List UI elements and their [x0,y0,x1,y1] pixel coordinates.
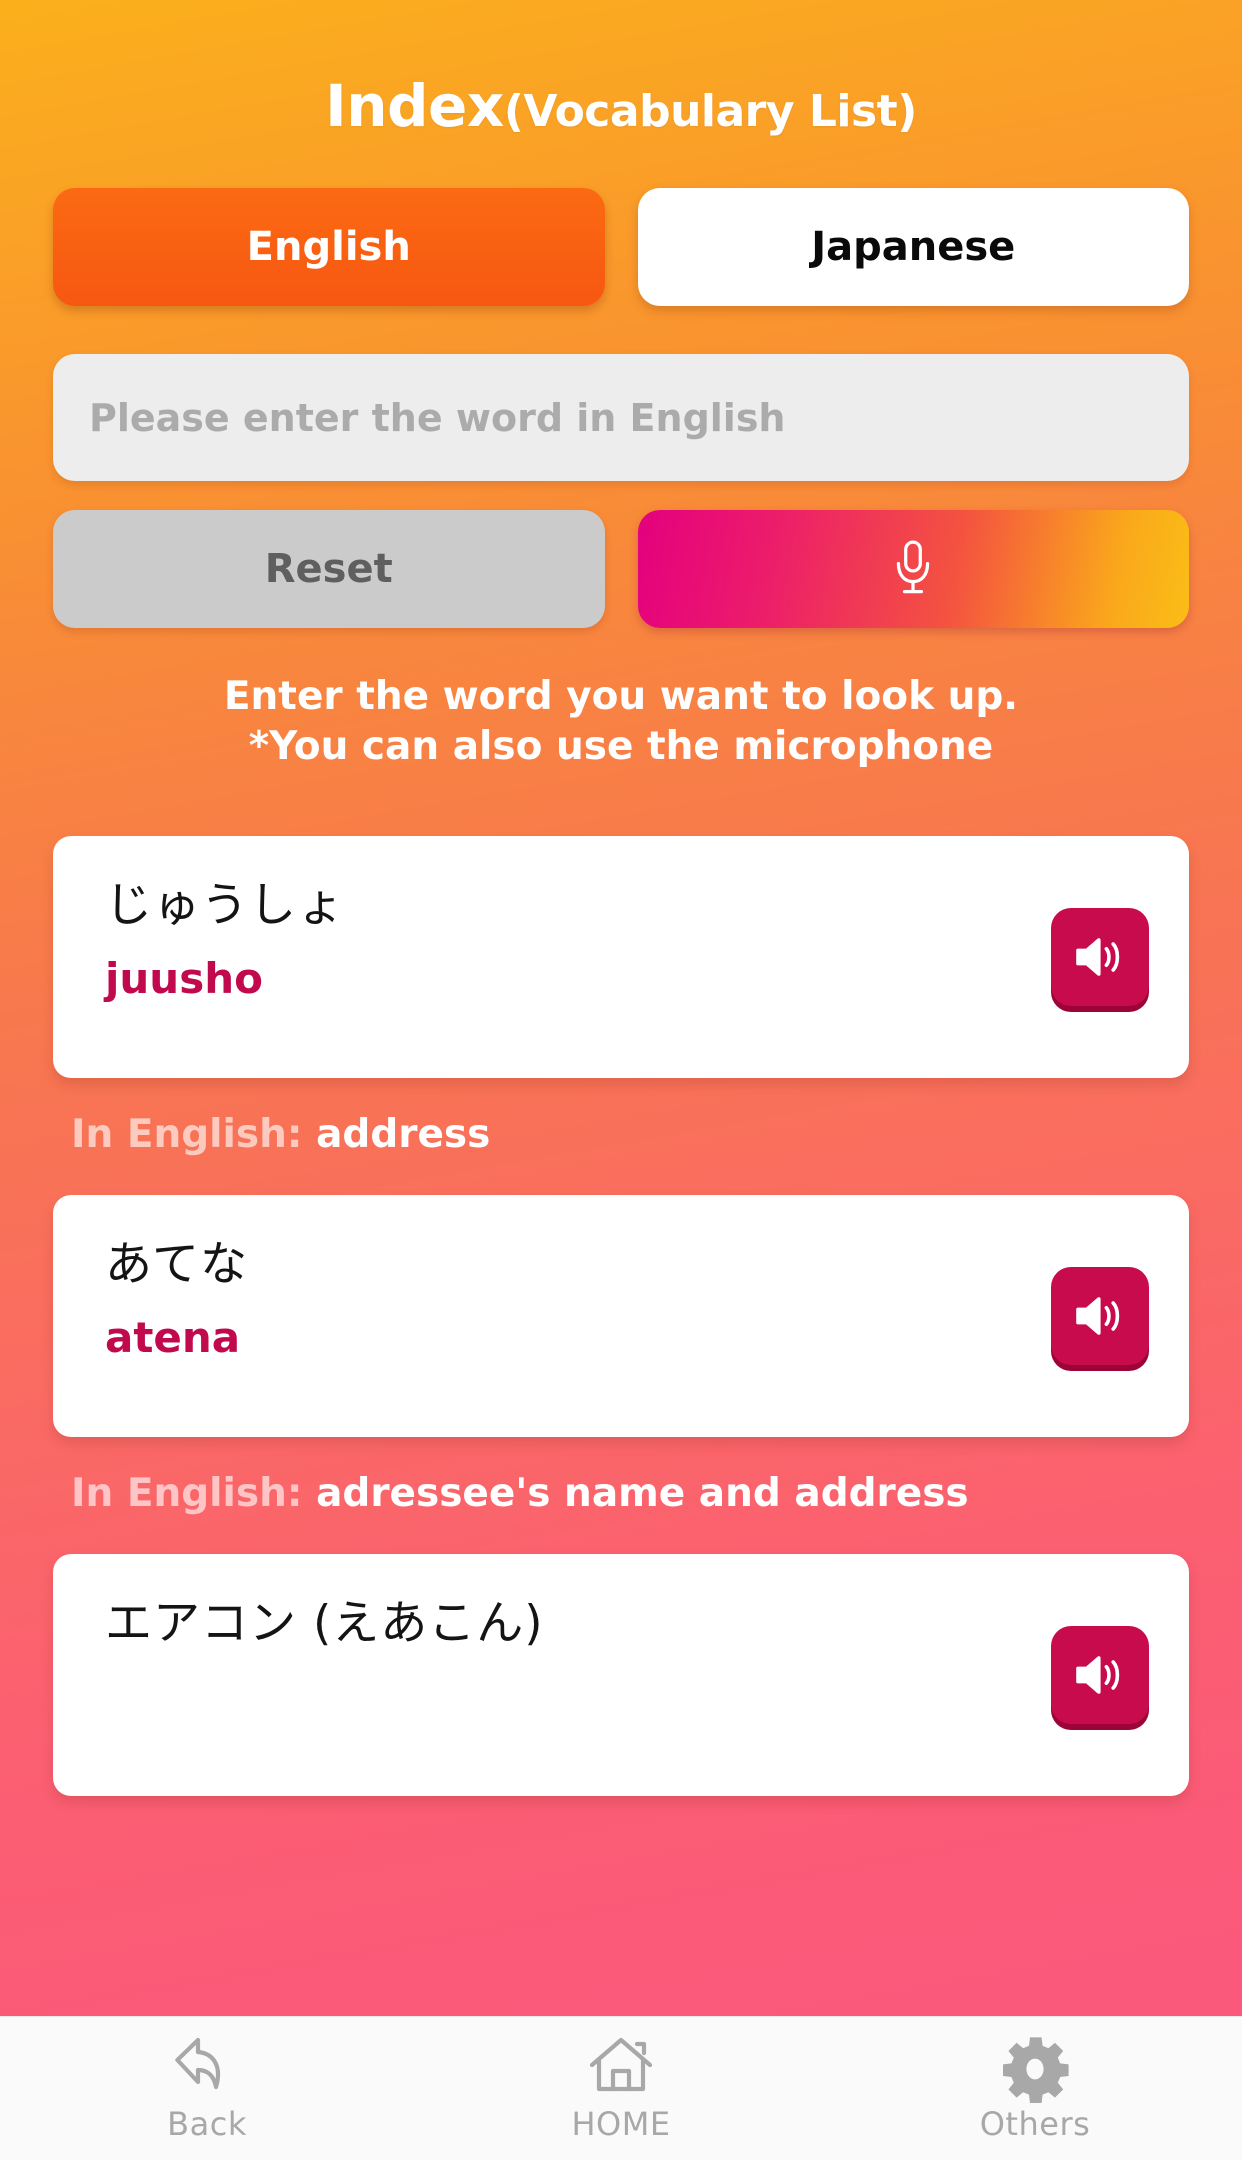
page-title: Index(Vocabulary List) [0,0,1242,140]
vocab-kana: エアコン (えあこん) [105,1595,544,1651]
search-input[interactable] [53,354,1189,481]
page-title-main: Index [325,72,504,140]
nav-item-home[interactable]: HOME [414,2017,828,2160]
vocab-romaji: juusho [105,953,263,1003]
reset-button[interactable]: Reset [53,510,605,628]
gear-icon [999,2035,1071,2103]
vocab-meaning-label: In English: [71,1470,303,1516]
language-tab-english[interactable]: English [53,188,605,306]
microphone-button[interactable] [637,510,1189,628]
speaker-icon [1074,934,1126,980]
language-tab-japanese[interactable]: Japanese [637,188,1189,306]
nav-label-others: Others [979,2104,1091,2143]
instructions-line-1: Enter the word you want to look up. [223,674,1019,719]
speaker-icon [1074,1652,1126,1698]
vocab-kana: じゅうしょ [105,877,345,933]
vocab-card[interactable]: エアコン (えあこん) [53,1553,1189,1796]
vocab-card[interactable]: あてな atena [53,1194,1189,1437]
speaker-button[interactable] [1051,1266,1149,1365]
nav-item-others[interactable]: Others [828,2017,1242,2160]
vocab-meaning: In English: adressee's name and address [71,1471,1189,1516]
nav-item-back[interactable]: Back [0,2017,414,2160]
vocab-card[interactable]: じゅうしょ juusho [53,835,1189,1078]
search-field-container [0,354,1242,481]
nav-label-back: Back [167,2104,247,2143]
home-icon [585,2035,657,2103]
instructions-text: Enter the word you want to look up. *You… [0,672,1242,772]
speaker-button[interactable] [1051,1625,1149,1724]
speaker-icon [1074,1293,1126,1339]
vocab-romaji: atena [105,1312,241,1362]
vocab-meaning-value: adressee's name and address [316,1470,969,1516]
page-title-sub: (Vocabulary List) [503,86,918,137]
speaker-button[interactable] [1051,907,1149,1006]
action-button-row: Reset [0,510,1242,628]
vocab-meaning-value: address [316,1111,491,1157]
vocab-meaning: In English: address [71,1112,1189,1157]
back-arrow-icon [171,2035,243,2103]
vocab-meaning-label: In English: [71,1111,303,1157]
microphone-icon [890,538,936,600]
instructions-line-2: *You can also use the microphone [248,723,994,769]
bottom-navigation-bar: Back HOME Others [0,2016,1242,2160]
vocabulary-list: じゅうしょ juusho In English: address あてな ate… [0,835,1242,1796]
vocab-kana: あてな [105,1236,249,1292]
nav-label-home: HOME [571,2104,671,2143]
vocab-romaji [105,1672,1149,1721]
language-toggle-group: English Japanese [0,188,1242,306]
